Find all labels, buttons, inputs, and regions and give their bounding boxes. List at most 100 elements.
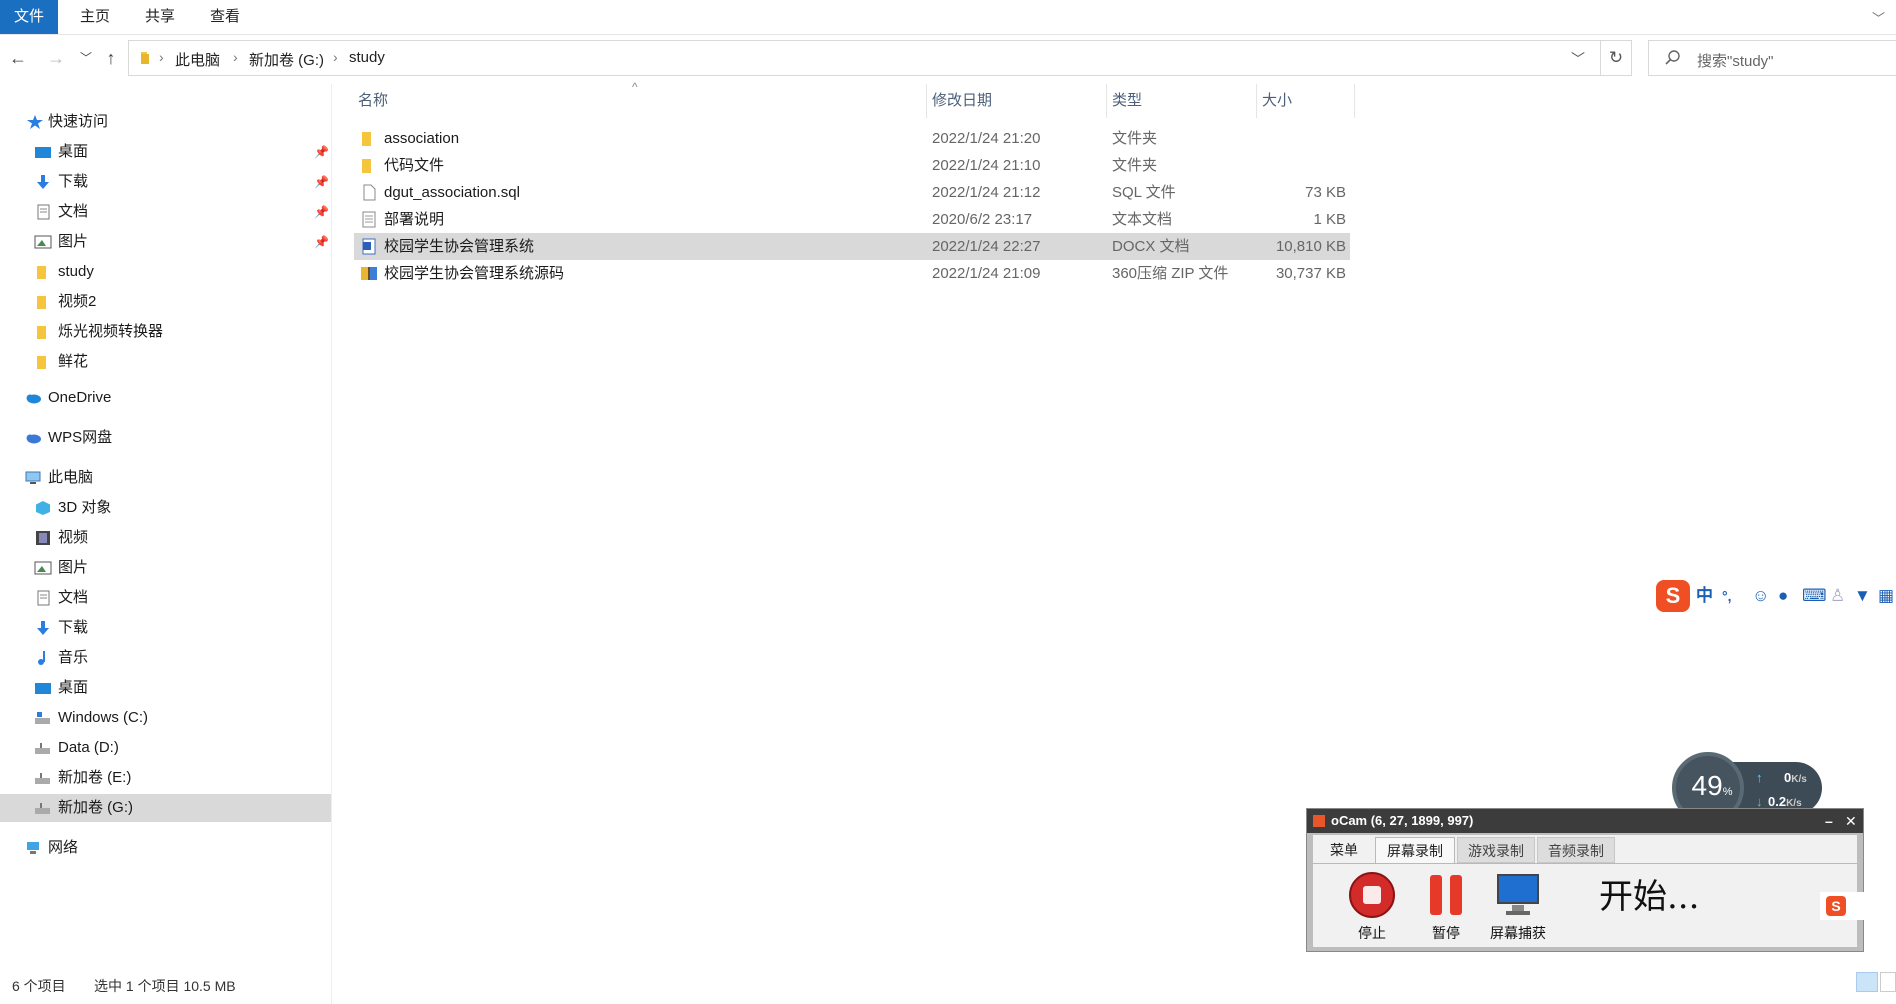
drive-icon xyxy=(35,743,50,754)
column-header-size[interactable]: 大小 xyxy=(1262,84,1292,118)
sidebar-item-quick-access[interactable]: 快速访问 xyxy=(0,108,332,136)
file-row-association[interactable]: association 2022/1/24 21:20 文件夹 xyxy=(354,125,1350,152)
sidebar-item-downloads[interactable]: 下载 📌 xyxy=(0,168,332,196)
file-row-docx[interactable]: 校园学生协会管理系统 2022/1/24 22:27 DOCX 文档 10,81… xyxy=(354,233,1350,260)
sidebar-item-desktop[interactable]: 桌面 📌 xyxy=(0,138,332,166)
picture-icon xyxy=(34,561,52,575)
pin-icon[interactable]: 📌 xyxy=(314,198,329,226)
sidebar-item-label: 快速访问 xyxy=(48,113,109,130)
sidebar-item-videos[interactable]: 视频 xyxy=(0,524,332,552)
sidebar-item-drive-c[interactable]: Windows (C:) xyxy=(0,704,332,732)
file-row-code-files[interactable]: 代码文件 2022/1/24 21:10 文件夹 xyxy=(354,152,1350,179)
sidebar-item-documents[interactable]: 文档 📌 xyxy=(0,198,332,226)
file-name: 校园学生协会管理系统源码 xyxy=(384,265,565,282)
user-icon[interactable]: ♙ xyxy=(1830,584,1845,608)
shirt-icon[interactable]: ▼ xyxy=(1854,584,1871,608)
file-row-sql[interactable]: dgut_association.sql 2022/1/24 21:12 SQL… xyxy=(354,179,1350,206)
sidebar-item-video2[interactable]: 视频2 xyxy=(0,288,332,316)
address-bar[interactable]: › 此电脑 › 新加卷 (G:) › study ﹀ xyxy=(128,40,1632,76)
pause-label: 暂停 xyxy=(1432,925,1460,941)
column-header-date[interactable]: 修改日期 xyxy=(932,84,992,118)
column-header-type[interactable]: 类型 xyxy=(1112,84,1142,118)
file-row-zip[interactable]: 校园学生协会管理系统源码 2022/1/24 21:09 360压缩 ZIP 文… xyxy=(354,260,1350,287)
download-arrow-icon: ↓ xyxy=(1756,794,1763,809)
recording-status: 开始... xyxy=(1599,877,1700,917)
column-divider[interactable] xyxy=(1256,84,1257,118)
pin-icon[interactable]: 📌 xyxy=(314,228,329,256)
ime-punctuation-toggle[interactable]: °, xyxy=(1722,584,1732,608)
ime-mini-bar[interactable]: S xyxy=(1820,892,1876,920)
address-dropdown-chevron-icon[interactable]: ﹀ xyxy=(1571,49,1585,69)
sidebar-item-drive-g[interactable]: 新加卷 (G:) xyxy=(0,794,332,822)
sidebar-item-downloads-pc[interactable]: 下载 xyxy=(0,614,332,642)
sidebar-item-drive-d[interactable]: Data (D:) xyxy=(0,734,332,762)
tab-view[interactable]: 查看 xyxy=(210,0,240,34)
sidebar-item-music[interactable]: 音乐 xyxy=(0,644,332,672)
ocam-tab-screen-record[interactable]: 屏幕录制 xyxy=(1375,837,1455,863)
sidebar-item-onedrive[interactable]: OneDrive xyxy=(0,384,332,412)
breadcrumb-study[interactable]: study xyxy=(349,49,385,66)
sidebar-item-network[interactable]: 网络 xyxy=(0,834,332,862)
memory-percent: 49% xyxy=(1691,770,1733,801)
ocam-titlebar[interactable]: oCam (6, 27, 1899, 997) – ✕ xyxy=(1307,809,1863,833)
smiley-icon[interactable]: ☺ xyxy=(1752,584,1769,608)
ribbon-expand-chevron-icon[interactable]: ﹀ xyxy=(1872,8,1885,26)
column-divider[interactable] xyxy=(926,84,927,118)
ime-toolbar: S 中 °, ☺ ● ⌨ ♙ ▼ ▦ xyxy=(1656,578,1896,614)
tab-home[interactable]: 主页 xyxy=(80,0,110,34)
column-header-name[interactable]: 名称 xyxy=(358,84,388,118)
recent-locations-chevron-icon[interactable]: ﹀ xyxy=(74,46,98,70)
sidebar-item-pictures[interactable]: 图片 📌 xyxy=(0,228,332,256)
sogou-logo-icon: S xyxy=(1826,896,1846,916)
desktop-icon xyxy=(35,147,51,158)
refresh-icon[interactable]: ↻ xyxy=(1600,40,1632,76)
breadcrumb-this-pc[interactable]: 此电脑 xyxy=(175,49,220,70)
sogou-logo-icon[interactable]: S xyxy=(1656,580,1690,612)
sidebar-item-desktop-pc[interactable]: 桌面 xyxy=(0,674,332,702)
toolbox-icon[interactable]: ▦ xyxy=(1878,584,1894,608)
sidebar-item-label: 网络 xyxy=(48,839,79,856)
pin-icon[interactable]: 📌 xyxy=(314,138,329,166)
sidebar-item-wps-drive[interactable]: WPS网盘 xyxy=(0,424,332,452)
ime-language-toggle[interactable]: 中 xyxy=(1696,584,1713,608)
sidebar-item-documents-pc[interactable]: 文档 xyxy=(0,584,332,612)
back-arrow-icon[interactable]: ← xyxy=(6,46,30,70)
folder-icon xyxy=(37,356,46,369)
tab-file[interactable]: 文件 xyxy=(0,0,58,34)
up-arrow-icon[interactable]: ↑ xyxy=(99,46,123,70)
ocam-tab-game-record[interactable]: 游戏录制 xyxy=(1457,837,1535,863)
pause-button[interactable]: 暂停 xyxy=(1411,871,1481,943)
sidebar-item-drive-e[interactable]: 新加卷 (E:) xyxy=(0,764,332,792)
pane-divider[interactable] xyxy=(331,84,332,1004)
desktop-icon xyxy=(35,683,51,694)
sidebar-item-3d-objects[interactable]: 3D 对象 xyxy=(0,494,332,522)
stop-button[interactable]: 停止 xyxy=(1337,871,1407,943)
ocam-tab-audio-record[interactable]: 音频录制 xyxy=(1537,837,1615,863)
ocam-tab-menu[interactable]: 菜单 xyxy=(1319,837,1369,863)
keyboard-icon[interactable]: ⌨ xyxy=(1802,584,1827,608)
column-divider[interactable] xyxy=(1354,84,1355,118)
file-row-deploy-notes[interactable]: 部署说明 2020/6/2 23:17 文本文档 1 KB xyxy=(354,206,1350,233)
large-icons-view-button[interactable] xyxy=(1880,972,1896,992)
screen-capture-button[interactable]: 屏幕捕获 xyxy=(1483,871,1553,943)
close-icon[interactable]: ✕ xyxy=(1845,809,1857,833)
sidebar-item-label: Data (D:) xyxy=(58,739,119,756)
tab-share[interactable]: 共享 xyxy=(145,0,175,34)
sidebar-item-study[interactable]: study xyxy=(0,258,332,286)
sidebar-item-flowers[interactable]: 鲜花 xyxy=(0,348,332,376)
sidebar-item-this-pc[interactable]: 此电脑 xyxy=(0,464,332,492)
breadcrumb-drive-g[interactable]: 新加卷 (G:) xyxy=(249,49,324,70)
search-input[interactable]: 搜索"study" xyxy=(1648,40,1896,76)
forward-arrow-icon[interactable]: → xyxy=(44,46,68,70)
sort-ascending-icon: ^ xyxy=(632,80,638,94)
pin-icon[interactable]: 📌 xyxy=(314,168,329,196)
column-divider[interactable] xyxy=(1106,84,1107,118)
drive-icon xyxy=(35,803,50,814)
sidebar-item-pictures-pc[interactable]: 图片 xyxy=(0,554,332,582)
navigation-bar: ← → ﹀ ↑ › 此电脑 › 新加卷 (G:) › study ﹀ ↻ 搜索"… xyxy=(0,40,1896,78)
sidebar-item-video-converter[interactable]: 烁光视频转换器 xyxy=(0,318,332,346)
details-view-button[interactable] xyxy=(1856,972,1878,992)
microphone-icon[interactable]: ● xyxy=(1778,584,1788,608)
minimize-icon[interactable]: – xyxy=(1825,809,1833,833)
breadcrumb-separator-icon: › xyxy=(333,49,338,65)
